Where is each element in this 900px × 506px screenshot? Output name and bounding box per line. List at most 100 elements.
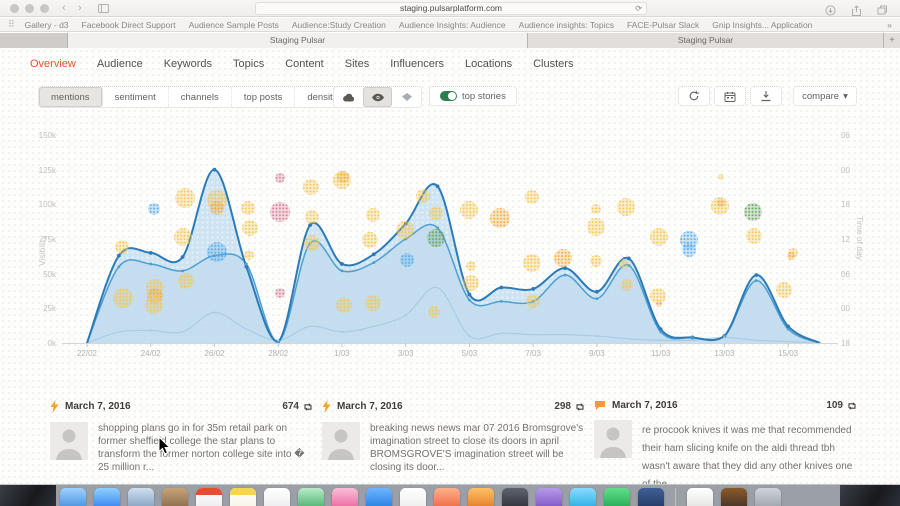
top-stories-toggle[interactable] [440, 91, 457, 101]
top-stories-label: top stories [462, 91, 506, 102]
forward-button[interactable]: › [78, 1, 82, 16]
calendar-button[interactable] [714, 86, 746, 106]
filter-mentions[interactable]: mentions [39, 87, 103, 107]
bolt-icon [50, 400, 59, 413]
refresh-button[interactable] [678, 86, 710, 106]
minimize-window-button[interactable] [25, 4, 34, 13]
tab-staging-pulsar-active[interactable]: Staging Pulsar [68, 33, 528, 48]
view-mode-group [333, 86, 422, 108]
dock-icon-numbers[interactable] [298, 488, 324, 506]
macos-dock [0, 484, 900, 506]
nav-tab-influencers[interactable]: Influencers [390, 56, 444, 72]
nav-tab-topics[interactable]: Topics [233, 56, 264, 72]
story-text: breaking news news mar 07 2016 Bromsgrov… [370, 422, 586, 474]
retweet-icon [302, 402, 314, 412]
dock-icon-photos[interactable] [400, 488, 426, 506]
url-field[interactable]: staging.pulsarplatform.com ⟳ [255, 2, 647, 15]
close-window-button[interactable] [10, 4, 19, 13]
bookmarks-list: Gallery - d3 Facebook Direct Support Audie… [25, 20, 880, 30]
y-axis-label-left: Visibility [37, 235, 47, 266]
dock-icons [60, 488, 781, 506]
signal-icon [401, 92, 413, 102]
dock-icon-skype[interactable] [570, 488, 596, 506]
compare-label: compare [802, 91, 839, 102]
nav-tab-overview[interactable]: Overview [30, 56, 76, 72]
y-axis-label-right: Time of day [855, 216, 865, 260]
dock-icon-calendar[interactable] [196, 488, 222, 506]
y-axis-tick-right: 06 [841, 131, 850, 140]
bookmarks-overflow[interactable]: » [887, 20, 892, 30]
retweet-count: 109 [826, 400, 858, 411]
primary-nav: Overview Audience Keywords Topics Content Sit… [30, 56, 573, 72]
dock-icon-contacts[interactable] [162, 488, 188, 506]
dock-icon-textedit[interactable] [687, 488, 713, 506]
dock-icon-app-misc[interactable] [721, 488, 747, 506]
x-axis-tick: 3/03 [386, 349, 426, 358]
dock-icon-app-dark-blue[interactable] [638, 488, 664, 506]
dock-icon-safari[interactable] [94, 488, 120, 506]
dock-icon-pixelmator[interactable] [536, 488, 562, 506]
tab-bar-spacer [0, 33, 68, 48]
nav-tab-locations[interactable]: Locations [465, 56, 512, 72]
top-story-card[interactable]: March 7, 2016 298 breaking news news mar… [322, 400, 586, 474]
retweet-count: 298 [554, 401, 586, 412]
filter-sentiment[interactable]: sentiment [103, 87, 169, 107]
bookmark-item[interactable]: FACE-Pulsar Slack [627, 20, 699, 30]
new-tab-button[interactable]: + [884, 33, 900, 48]
dock-icon-ibooks[interactable] [434, 488, 460, 506]
reload-icon[interactable]: ⟳ [635, 4, 642, 14]
bookmark-item[interactable]: Audience Insights: Audience [399, 20, 506, 30]
eye-view-button[interactable] [363, 87, 392, 107]
signal-view-button[interactable] [392, 87, 421, 107]
nav-tab-sites[interactable]: Sites [345, 56, 369, 72]
avatar [594, 420, 632, 458]
bookmark-item[interactable]: Gnip Insights... Application [712, 20, 812, 30]
filter-top-posts[interactable]: top posts [232, 87, 296, 107]
browser-titlebar: ‹ › staging.pulsarplatform.com ⟳ [0, 0, 900, 17]
top-stories-toggle-button[interactable]: top stories [429, 86, 517, 106]
dock-icon-finder[interactable] [60, 488, 86, 506]
x-axis-tick: 5/03 [449, 349, 489, 358]
nav-tab-audience[interactable]: Audience [97, 56, 143, 72]
bookmark-item[interactable]: Audience Sample Posts [189, 20, 279, 30]
dock-icon-firefox[interactable] [468, 488, 494, 506]
tab-staging-pulsar-inactive[interactable]: Staging Pulsar [528, 33, 884, 48]
bookmark-item[interactable]: Facebook Direct Support [82, 20, 176, 30]
dock-divider [675, 488, 676, 506]
avatar [50, 422, 88, 460]
browser-window: ‹ › staging.pulsarplatform.com ⟳ ⠿ Galle… [0, 0, 900, 506]
compare-dropdown[interactable]: compare ▾ [793, 86, 857, 106]
x-axis-tick: 9/03 [577, 349, 617, 358]
nav-tab-keywords[interactable]: Keywords [164, 56, 212, 72]
cloud-view-button[interactable] [334, 87, 363, 107]
dock-icon-itunes[interactable] [332, 488, 358, 506]
avatar [322, 422, 360, 460]
bookmark-item[interactable]: Gallery - d3 [25, 20, 69, 30]
download-button[interactable] [750, 86, 782, 106]
dock-icon-trash[interactable] [755, 488, 781, 506]
back-button[interactable]: ‹ [62, 1, 66, 16]
dock-icon-steam[interactable] [502, 488, 528, 506]
y-axis-tick-right: 00 [841, 304, 850, 313]
dock-icon-reminders[interactable] [264, 488, 290, 506]
chart-toolbar: mentionssentimentchannelstop postsdensit… [0, 86, 900, 110]
x-axis-tick: 13/03 [704, 349, 744, 358]
tab-bar: Staging Pulsar Staging Pulsar + [0, 33, 900, 48]
sidebar-icon[interactable] [98, 4, 109, 13]
top-story-card[interactable]: March 7, 2016 674 shopping plans go in f… [50, 400, 314, 474]
bookmark-item[interactable]: Audience:Study Creation [292, 20, 386, 30]
nav-tab-clusters[interactable]: Clusters [533, 56, 573, 72]
dock-icon-notes[interactable] [230, 488, 256, 506]
y-axis-tick-left: 150k [30, 131, 56, 140]
bookmark-item[interactable]: Audience insights: Topics [519, 20, 614, 30]
dock-icon-mail[interactable] [128, 488, 154, 506]
dock-icon-top [196, 488, 222, 495]
nav-tab-content[interactable]: Content [285, 56, 324, 72]
dock-icon-app-store[interactable] [366, 488, 392, 506]
zoom-window-button[interactable] [40, 4, 49, 13]
y-axis-tick-left: 125k [30, 166, 56, 175]
filter-channels[interactable]: channels [169, 87, 232, 107]
bookmarks-grid-icon[interactable]: ⠿ [8, 19, 15, 30]
y-axis-tick-right: 06 [841, 270, 850, 279]
dock-icon-spotify[interactable] [604, 488, 630, 506]
